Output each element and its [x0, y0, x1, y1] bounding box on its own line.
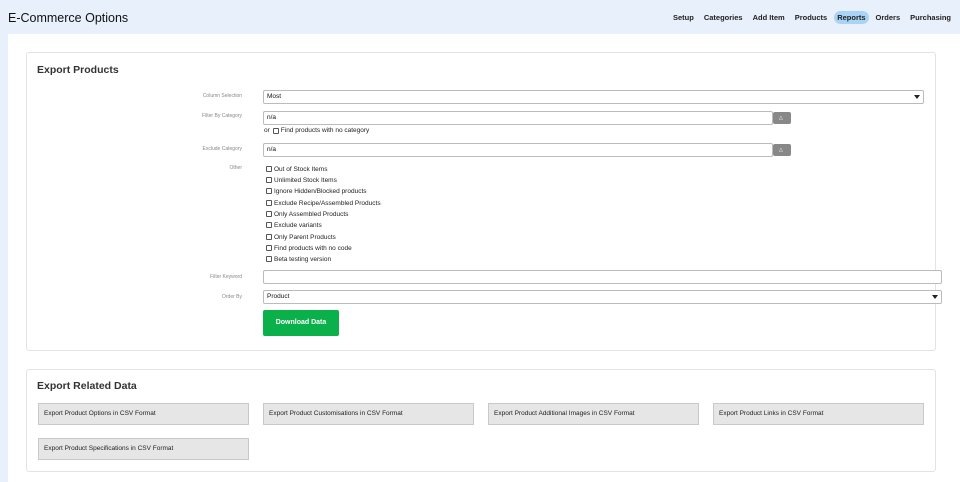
option-exclude-recipe[interactable]: Exclude Recipe/Assembled Products [266, 198, 381, 208]
option-label: Find products with no code [274, 244, 352, 252]
tab-products[interactable]: Products [792, 11, 831, 24]
option-ignore-hidden[interactable]: Ignore Hidden/Blocked products [266, 186, 367, 196]
column-selection-select[interactable]: Most [263, 90, 924, 104]
column-selection-value: Most [267, 93, 282, 100]
checkbox[interactable] [266, 234, 272, 240]
no-category-checkbox[interactable] [272, 127, 279, 134]
tab-orders[interactable]: Orders [873, 11, 904, 24]
export-options-button[interactable]: Export Product Options in CSV Format [38, 403, 249, 425]
option-label: Exclude variants [274, 221, 322, 229]
export-products-title: Export Products [37, 64, 119, 76]
chevron-down-icon [932, 295, 938, 299]
exclude-tree-button[interactable]: △ [773, 144, 791, 156]
export-related-panel: Export Related Data Export Product Optio… [26, 369, 936, 472]
order-by-value: Product [267, 293, 290, 300]
option-label: Ignore Hidden/Blocked products [274, 187, 367, 195]
top-bar: E-Commerce Options Setup Categories Add … [0, 0, 960, 34]
filter-by-category-label: Filter By Category [201, 113, 242, 119]
checkbox[interactable] [266, 211, 272, 217]
other-label: Other [229, 165, 242, 171]
option-label: Unlimited Stock Items [274, 176, 337, 184]
order-by-label: Order By [221, 294, 242, 300]
option-label: Beta testing version [274, 255, 332, 263]
checkbox[interactable] [266, 245, 272, 251]
no-category-label: Find products with no category [280, 127, 370, 134]
checkbox[interactable] [266, 177, 272, 183]
export-specifications-button[interactable]: Export Product Specifications in CSV For… [38, 438, 249, 460]
order-by-select[interactable]: Product [263, 290, 942, 304]
main-content: Export Products Column Selection Most Fi… [8, 34, 960, 482]
app-title: E-Commerce Options [8, 11, 129, 25]
checkbox[interactable] [266, 166, 272, 172]
export-links-button[interactable]: Export Product Links in CSV Format [713, 403, 924, 425]
checkbox[interactable] [266, 188, 272, 194]
no-category-row: or Find products with no category [264, 127, 369, 134]
filter-by-category-value: n/a [267, 114, 277, 121]
or-text: or [264, 127, 270, 134]
sitemap-icon: △ [779, 115, 783, 121]
tab-setup[interactable]: Setup [670, 11, 697, 24]
option-only-parent[interactable]: Only Parent Products [266, 232, 336, 242]
filter-by-category-input[interactable]: n/a [263, 111, 773, 125]
checkbox[interactable] [266, 256, 272, 262]
exclude-category-label: Exclude Category [202, 146, 242, 152]
export-additional-images-button[interactable]: Export Product Additional Images in CSV … [488, 403, 699, 425]
tab-reports[interactable]: Reports [834, 11, 869, 24]
download-data-button[interactable]: Download Data [263, 310, 339, 336]
option-label: Exclude Recipe/Assembled Products [274, 199, 381, 207]
option-label: Only Assembled Products [274, 210, 349, 218]
main-nav: Setup Categories Add Item Products Repor… [670, 11, 954, 24]
filter-keyword-label: Filter Keyword [210, 274, 242, 280]
option-exclude-variants[interactable]: Exclude variants [266, 220, 322, 230]
sitemap-icon: △ [779, 147, 783, 153]
chevron-down-icon [914, 95, 920, 99]
tab-purchasing[interactable]: Purchasing [907, 11, 954, 24]
option-label: Only Parent Products [274, 233, 336, 241]
export-products-panel: Export Products Column Selection Most Fi… [26, 52, 942, 351]
category-tree-button[interactable]: △ [773, 112, 791, 124]
option-no-code[interactable]: Find products with no code [266, 243, 352, 253]
checkbox[interactable] [266, 222, 272, 228]
option-label: Out of Stock Items [274, 165, 328, 173]
exclude-category-input[interactable]: n/a [263, 143, 773, 157]
filter-keyword-input[interactable] [263, 270, 942, 284]
export-customisations-button[interactable]: Export Product Customisations in CSV For… [263, 403, 474, 425]
option-out-of-stock[interactable]: Out of Stock Items [266, 164, 327, 174]
tab-categories[interactable]: Categories [701, 11, 746, 24]
export-related-title: Export Related Data [37, 380, 137, 392]
option-unlimited-stock[interactable]: Unlimited Stock Items [266, 175, 337, 185]
column-selection-label: Column Selection [202, 93, 242, 99]
exclude-category-value: n/a [267, 146, 277, 153]
tab-add-item[interactable]: Add Item [750, 11, 788, 24]
option-only-assembled[interactable]: Only Assembled Products [266, 209, 348, 219]
option-beta-testing[interactable]: Beta testing version [266, 254, 331, 264]
checkbox[interactable] [266, 200, 272, 206]
